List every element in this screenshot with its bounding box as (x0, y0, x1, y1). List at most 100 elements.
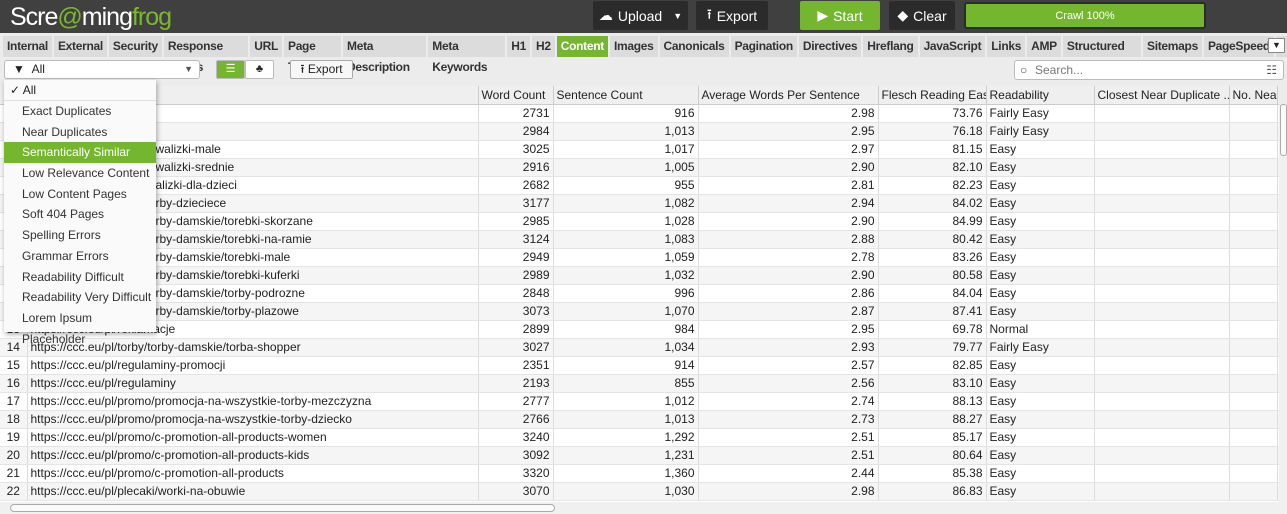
table-row[interactable]: 9rby-damskie/torebki-male29491,0592.7883… (0, 248, 1279, 267)
column-header[interactable]: Sentence Count (553, 86, 699, 105)
table-row[interactable]: 7rby-damskie/torebki-skorzane29851,0282.… (0, 212, 1279, 231)
tab-h1[interactable]: H1 (507, 36, 530, 57)
dropdown-item-semantically-similar[interactable]: Semantically Similar (4, 142, 156, 164)
dropdown-item-low-relevance-content[interactable]: Low Relevance Content (4, 163, 156, 184)
tab-hreflang[interactable]: Hreflang (863, 36, 918, 57)
list-icon: ☰ (225, 63, 236, 75)
table-row[interactable]: 18 https://ccc.eu/pl/promo/promocja-na-ws… (0, 410, 1279, 429)
column-header[interactable]: Readability (986, 86, 1095, 105)
row-number: 17 (0, 392, 28, 411)
dropdown-item-lorem-ipsum-placeholder[interactable]: Lorem Ipsum Placeholder (4, 308, 156, 346)
table-row[interactable]: 3walizki-male30251,0172.9781.15Easy (0, 140, 1279, 159)
table-row[interactable]: 127319162.9873.76Fairly Easy (0, 104, 1279, 123)
table-row[interactable]: 21 https://ccc.eu/pl/promo/c-promotion-al… (0, 464, 1279, 483)
dropdown-item-soft-404-pages[interactable]: Soft 404 Pages (4, 204, 156, 225)
tab-links[interactable]: Links (987, 36, 1026, 57)
address-cell: https://ccc.eu/pl/regulaminy-promocji (27, 356, 479, 375)
dropdown-item-all[interactable]: ✓ All (4, 80, 156, 101)
tab-response-codes[interactable]: Response Codes (163, 36, 249, 74)
table-row[interactable]: 17 https://ccc.eu/pl/promo/promocja-na-ws… (0, 392, 1279, 411)
sentence-count-cell: 1,059 (553, 248, 699, 267)
flesch-score-cell: 84.02 (878, 194, 987, 213)
tree-icon: ♣ (255, 63, 264, 75)
filter-select[interactable]: ▼ All ▼ (4, 60, 200, 79)
tab-sitemaps[interactable]: Sitemaps (1142, 36, 1202, 57)
export-table-button[interactable]: ⭱ Export (290, 60, 353, 79)
word-count-cell: 2848 (478, 284, 554, 303)
table-row[interactable]: 8rby-damskie/torebki-na-ramie31241,0832.… (0, 230, 1279, 249)
dropdown-item-grammar-errors[interactable]: Grammar Errors (4, 246, 156, 267)
dropdown-item-readability-very-difficult[interactable]: Readability Very Difficult (4, 287, 156, 308)
address-cell: https://ccc.eu/pl/torby/torby-damskie/to… (27, 338, 479, 357)
table-row[interactable]: 4walizki-srednie29161,0052.9082.10Easy (0, 158, 1279, 177)
word-count-cell: 2682 (478, 176, 554, 195)
table-row[interactable]: 229841,0132.9576.18Fairly Easy (0, 122, 1279, 141)
flesch-score-cell: 69.78 (878, 320, 987, 339)
tab-page-titles[interactable]: Page Titles (283, 36, 342, 74)
sentence-count-cell: 984 (553, 320, 699, 339)
tab-internal[interactable]: Internal (3, 36, 52, 57)
search-input[interactable]: ○ Search... ☷ (1014, 60, 1284, 80)
flesch-score-cell: 88.27 (878, 410, 987, 429)
flesch-score-cell: 81.15 (878, 140, 987, 159)
tab-structured-data[interactable]: Structured Data (1062, 36, 1141, 74)
tab-content[interactable]: Content (556, 36, 608, 57)
table-row[interactable]: 14 https://ccc.eu/pl/torby/torby-damskie/… (0, 338, 1279, 357)
avg-words-cell: 2.98 (698, 104, 879, 123)
tab-directives[interactable]: Directives (798, 36, 862, 57)
tree-view-button[interactable]: ♣ (245, 60, 274, 79)
vertical-scrollbar[interactable] (1279, 104, 1287, 502)
tab-h2[interactable]: H2 (531, 36, 555, 57)
tab-pagespeed[interactable]: PageSpeed (1203, 36, 1274, 57)
column-header[interactable]: Flesch Reading Eas... (878, 86, 987, 105)
tab-external[interactable]: External (53, 36, 107, 57)
column-header[interactable]: Closest Near Duplicate ... (1094, 86, 1230, 105)
tab-meta-keywords[interactable]: Meta Keywords (428, 36, 506, 74)
horizontal-scrollbar[interactable] (0, 502, 1287, 514)
avg-words-cell: 2.90 (698, 266, 879, 285)
tab-images[interactable]: Images (609, 36, 658, 57)
table-row[interactable]: 19 https://ccc.eu/pl/promo/c-promotion-al… (0, 428, 1279, 447)
tab-url[interactable]: URL (250, 36, 282, 57)
tab-pagination[interactable]: Pagination (730, 36, 797, 57)
dropdown-item-near-duplicates[interactable]: Near Duplicates (4, 122, 156, 143)
table-row[interactable]: 5alizki-dla-dzieci26829552.8182.23Easy (0, 176, 1279, 195)
export-button[interactable]: ⭱ Export (696, 1, 768, 30)
column-header[interactable]: Average Words Per Sentence (698, 86, 879, 105)
table-row[interactable]: 12rby-damskie/torby-plazowe30731,0702.87… (0, 302, 1279, 321)
column-header[interactable]: + (1277, 86, 1279, 105)
readability-cell: Easy (986, 248, 1095, 267)
table-row[interactable]: 10rby-damskie/torebki-kuferki29891,0322.… (0, 266, 1279, 285)
upload-button[interactable]: ☁ Upload ▼ (593, 1, 688, 30)
filter-settings-icon[interactable]: ☷ (1266, 61, 1277, 79)
closest-near-duplicate-cell (1094, 230, 1230, 249)
dropdown-item-spelling-errors[interactable]: Spelling Errors (4, 225, 156, 246)
tabs-overflow-button[interactable]: ▼ (1268, 38, 1285, 53)
table-row[interactable]: 13https://ccc.eu/pl/reklamacje28999842.9… (0, 320, 1279, 339)
sentence-count-cell: 1,028 (553, 212, 699, 231)
clear-button[interactable]: ◆ Clear (889, 1, 955, 30)
tab-meta-description[interactable]: Meta Description (343, 36, 427, 74)
tab-amp[interactable]: AMP (1027, 36, 1061, 57)
table-row[interactable]: 11rby-damskie/torby-podrozne28489962.868… (0, 284, 1279, 303)
table-row[interactable]: 16 https://ccc.eu/pl/regulaminy 2193 855 2.5… (0, 374, 1279, 393)
flesch-score-cell: 82.10 (878, 158, 987, 177)
list-view-button[interactable]: ☰ (216, 60, 245, 79)
scroll-thumb[interactable] (10, 504, 555, 512)
dropdown-item-exact-duplicates[interactable]: Exact Duplicates (4, 101, 156, 122)
tab-javascript[interactable]: JavaScript (919, 36, 986, 57)
readability-cell: Easy (986, 446, 1095, 465)
tab-canonicals[interactable]: Canonicals (659, 36, 729, 57)
dropdown-item-low-content-pages[interactable]: Low Content Pages (4, 184, 156, 205)
column-header[interactable]: No. Near (1229, 86, 1278, 105)
table-row[interactable]: 20 https://ccc.eu/pl/promo/c-promotion-al… (0, 446, 1279, 465)
tab-security[interactable]: Security (108, 36, 162, 57)
scroll-thumb[interactable] (1280, 104, 1287, 156)
table-row[interactable]: 6rby-dzieciece31771,0822.9484.02Easy (0, 194, 1279, 213)
avg-words-cell: 2.51 (698, 428, 879, 447)
column-header[interactable]: Word Count (478, 86, 554, 105)
table-row[interactable]: 22 https://ccc.eu/pl/plecaki/worki-na-obu… (0, 482, 1279, 501)
dropdown-item-readability-difficult[interactable]: Readability Difficult (4, 267, 156, 288)
table-row[interactable]: 15 https://ccc.eu/pl/regulaminy-promocji 2… (0, 356, 1279, 375)
start-button[interactable]: ▶ Start (800, 1, 880, 30)
